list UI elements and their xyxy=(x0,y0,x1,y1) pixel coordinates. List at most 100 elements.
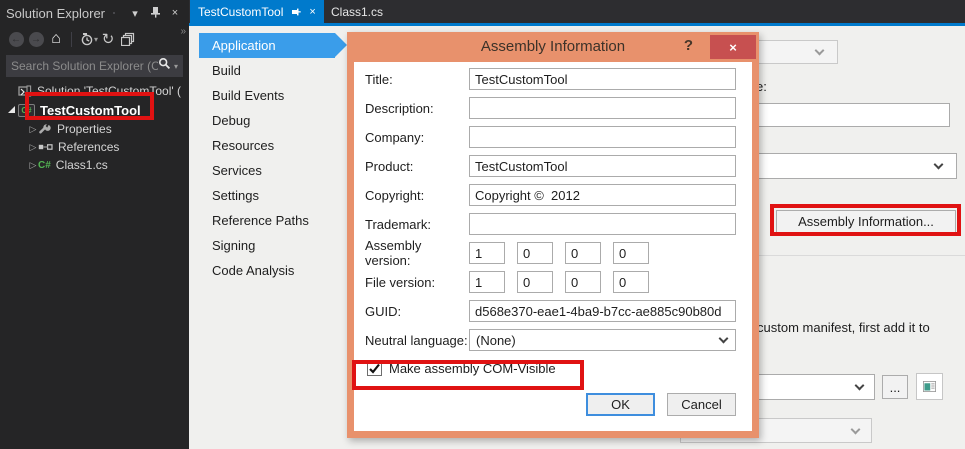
page-tab-signing[interactable]: Signing xyxy=(199,233,335,258)
ok-button[interactable]: OK xyxy=(586,393,655,416)
tree-label-project: TestCustomTool xyxy=(40,102,141,118)
neutral-language-label: Neutral language: xyxy=(365,332,468,348)
guid-input[interactable] xyxy=(469,300,736,322)
cancel-button[interactable]: Cancel xyxy=(667,393,736,416)
guid-label: GUID: xyxy=(365,303,402,319)
assembly-information-dialog: Assembly Information ? × Title: Descript… xyxy=(347,32,759,438)
expander-collapsed-icon[interactable]: ▷ xyxy=(28,124,38,135)
tree-label-properties: Properties xyxy=(57,122,112,136)
chevron-down-icon xyxy=(850,424,861,435)
tab-pin-icon[interactable] xyxy=(291,7,302,17)
assembly-version-label: Assembly version: xyxy=(365,238,422,268)
search-box[interactable]: Search Solution Explorer (C ▾ xyxy=(6,55,183,77)
expander-collapsed-icon[interactable]: ▷ xyxy=(28,160,38,171)
neutral-language-dropdown[interactable]: (None) xyxy=(469,329,736,351)
dialog-titlebar[interactable]: Assembly Information ? × xyxy=(347,32,759,62)
page-tab-build-events[interactable]: Build Events xyxy=(199,83,335,108)
file-version-revision-input[interactable] xyxy=(613,271,649,293)
copyright-label: Copyright: xyxy=(365,187,425,203)
assembly-version-build-input[interactable] xyxy=(565,242,601,264)
csharp-file-icon: C# xyxy=(38,159,51,171)
page-tab-build[interactable]: Build xyxy=(199,58,335,83)
page-tab-debug[interactable]: Debug xyxy=(199,108,335,133)
tab-testcustomtool[interactable]: TestCustomTool × xyxy=(190,0,324,23)
product-input[interactable] xyxy=(469,155,736,177)
dialog-title: Assembly Information xyxy=(480,38,626,55)
collapse-all-icon[interactable] xyxy=(118,30,138,48)
trademark-label: Trademark: xyxy=(365,216,431,232)
tab-label: TestCustomTool xyxy=(198,4,284,19)
assembly-information-button[interactable]: Assembly Information... xyxy=(776,210,956,233)
wrench-icon xyxy=(38,123,52,136)
dialog-body: Title: Description: Company: Product: Co… xyxy=(354,62,752,431)
tree-item-properties[interactable]: ▷ Properties xyxy=(0,120,189,138)
trademark-input[interactable] xyxy=(469,213,736,235)
chevron-down-icon xyxy=(718,333,729,344)
chevron-down-icon xyxy=(854,380,865,391)
help-icon[interactable]: ? xyxy=(684,37,693,54)
tab-class1[interactable]: Class1.cs xyxy=(323,0,391,23)
page-tab-services[interactable]: Services xyxy=(199,158,335,183)
tab-label: Class1.cs xyxy=(331,4,384,19)
page-tab-resources[interactable]: Resources xyxy=(199,133,335,158)
tree-item-project[interactable]: C# TestCustomTool xyxy=(0,100,189,120)
com-visible-row[interactable]: Make assembly COM-Visible xyxy=(365,358,736,378)
file-version-build-input[interactable] xyxy=(565,271,601,293)
copyright-input[interactable] xyxy=(469,184,736,206)
refresh-icon[interactable]: ↻ xyxy=(98,30,118,48)
home-icon[interactable]: ⌂ xyxy=(46,30,66,48)
expander-expanded-icon[interactable] xyxy=(8,105,15,113)
file-version-major-input[interactable] xyxy=(469,271,505,293)
file-version-minor-input[interactable] xyxy=(517,271,553,293)
search-input[interactable]: Search Solution Explorer (C xyxy=(11,59,158,73)
dialog-close-button[interactable]: × xyxy=(710,35,756,59)
title-input[interactable] xyxy=(469,68,736,90)
tree-item-class1[interactable]: ▷ C# Class1.cs xyxy=(0,156,189,174)
solution-icon xyxy=(18,85,32,97)
resource-picker-icon[interactable] xyxy=(916,373,943,400)
solution-tree: Solution 'TestCustomTool' ( C# TestCusto… xyxy=(0,82,189,174)
page-tab-settings[interactable]: Settings xyxy=(199,183,335,208)
manifest-help-text: custom manifest, first add it to xyxy=(757,320,930,335)
forward-icon[interactable]: → xyxy=(26,30,46,48)
tab-close-icon[interactable]: × xyxy=(309,6,315,18)
tree-label-solution: Solution 'TestCustomTool' ( xyxy=(37,84,181,98)
back-icon[interactable]: ← xyxy=(6,30,26,48)
assembly-version-minor-input[interactable] xyxy=(517,242,553,264)
assembly-version-revision-input[interactable] xyxy=(613,242,649,264)
csharp-project-icon: C# xyxy=(18,103,35,117)
company-input[interactable] xyxy=(469,126,736,148)
com-visible-checkbox[interactable] xyxy=(367,360,382,376)
toolbar-separator xyxy=(71,31,72,47)
search-icon[interactable] xyxy=(158,57,171,75)
active-document-accent-line xyxy=(189,23,965,26)
overflow-chevrons-icon[interactable]: » xyxy=(180,26,185,37)
tree-label-class1: Class1.cs xyxy=(55,158,108,172)
property-pages-nav: Application Build Build Events Debug Res… xyxy=(199,33,347,283)
browse-button[interactable]: ... xyxy=(882,375,908,399)
description-input[interactable] xyxy=(469,97,736,119)
file-version-label: File version: xyxy=(365,274,436,290)
product-label: Product: xyxy=(365,158,414,174)
chevron-down-icon xyxy=(933,159,944,170)
panel-close-icon[interactable]: × xyxy=(167,7,183,19)
panel-menu-icon[interactable]: ▾ xyxy=(127,7,143,20)
title-label: Title: xyxy=(365,71,393,87)
page-tab-reference-paths[interactable]: Reference Paths xyxy=(199,208,335,233)
assembly-version-major-input[interactable] xyxy=(469,242,505,264)
page-tab-application[interactable]: Application xyxy=(199,33,347,58)
page-tab-code-analysis[interactable]: Code Analysis xyxy=(199,258,335,283)
tree-item-references[interactable]: ▷ References xyxy=(0,138,189,156)
chevron-down-icon xyxy=(814,45,825,56)
search-dropdown-icon[interactable]: ▾ xyxy=(174,62,178,71)
solution-explorer-header: Solution Explorer ▾ × xyxy=(0,0,189,26)
panel-grip[interactable] xyxy=(113,10,115,16)
references-icon xyxy=(38,142,53,152)
com-visible-label: Make assembly COM-Visible xyxy=(389,360,556,376)
tree-label-references: References xyxy=(58,140,120,154)
pin-icon[interactable] xyxy=(147,6,163,21)
tree-item-solution[interactable]: Solution 'TestCustomTool' ( xyxy=(0,82,189,100)
expander-collapsed-icon[interactable]: ▷ xyxy=(28,142,38,153)
panel-title: Solution Explorer xyxy=(6,5,105,21)
description-label: Description: xyxy=(365,100,434,116)
